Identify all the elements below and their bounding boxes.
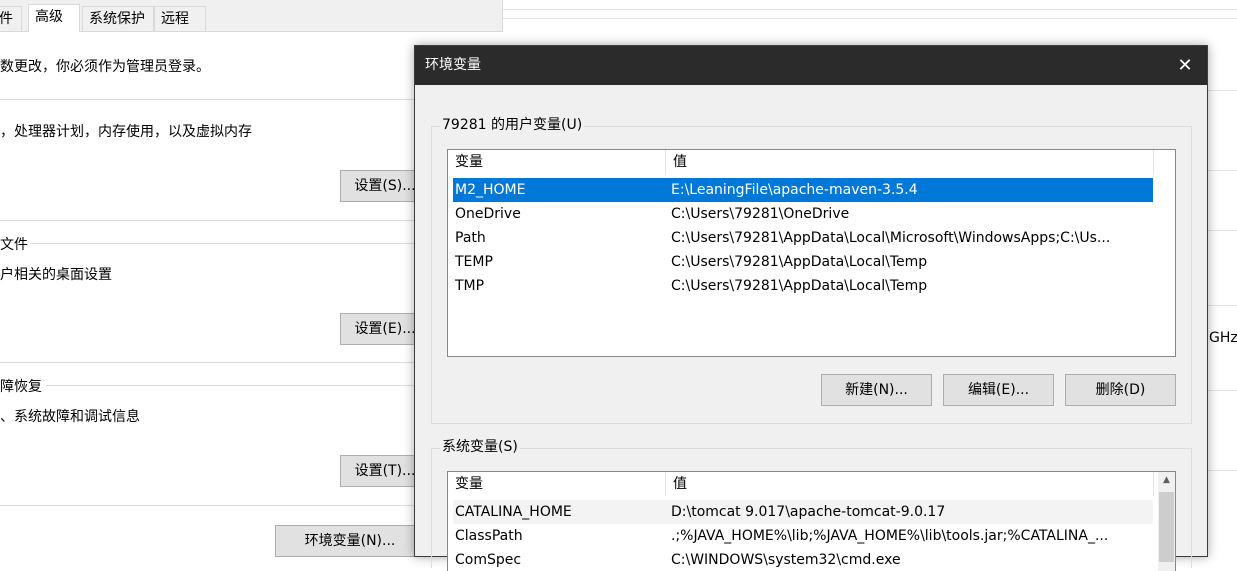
- divider: [1207, 230, 1237, 231]
- variable-value: C:\Users\79281\AppData\Local\Microsoft\W…: [671, 230, 1111, 246]
- table-row[interactable]: OneDrive C:\Users\79281\OneDrive: [453, 202, 1153, 226]
- table-row[interactable]: ClassPath .;%JAVA_HOME%\lib;%JAVA_HOME%\…: [453, 524, 1153, 548]
- variable-name: CATALINA_HOME: [455, 504, 572, 520]
- new-user-variable-button[interactable]: 新建(N)...: [821, 374, 932, 406]
- tab-strip: 件 高级 系统保护 远程: [0, 4, 503, 32]
- table-row[interactable]: TMP C:\Users\79281\AppData\Local\Temp: [453, 274, 1153, 298]
- divider: [1207, 170, 1237, 171]
- divider: [0, 99, 483, 100]
- variable-name: TEMP: [455, 254, 493, 270]
- dialog-titlebar[interactable]: 环境变量 ✕: [415, 46, 1207, 85]
- vertical-scrollbar[interactable]: ▲: [1158, 472, 1175, 571]
- table-row[interactable]: M2_HOME E:\LeaningFile\apache-maven-3.5.…: [453, 178, 1153, 202]
- divider: [503, 18, 1237, 19]
- dialog-title: 环境变量: [425, 57, 481, 73]
- variable-name: M2_HOME: [455, 182, 526, 198]
- scrollbar-thumb[interactable]: [1159, 492, 1174, 562]
- admin-note: 数更改，你必须作为管理员登录。: [0, 59, 210, 75]
- user-profiles-title: 文件: [0, 237, 28, 253]
- performance-description: ，处理器计划，内存使用，以及虚拟内存: [0, 124, 252, 140]
- variable-value: C:\Users\79281\AppData\Local\Temp: [671, 254, 928, 270]
- divider: [0, 220, 483, 221]
- scroll-up-arrow-icon[interactable]: ▲: [1158, 472, 1175, 489]
- variable-name: TMP: [455, 278, 485, 294]
- variable-name: OneDrive: [455, 206, 521, 222]
- tab-label: 件: [0, 11, 13, 27]
- tab-advanced[interactable]: 高级: [28, 4, 80, 32]
- user-variables-list[interactable]: 变量 值 M2_HOME E:\LeaningFile\apache-maven…: [447, 149, 1176, 357]
- variable-value: .;%JAVA_HOME%\lib;%JAVA_HOME%\lib\tools.…: [671, 528, 1109, 544]
- startup-recovery-description: 、系统故障和调试信息: [0, 409, 140, 425]
- variable-value: C:\WINDOWS\system32\cmd.exe: [671, 552, 901, 568]
- column-header-value[interactable]: 值: [666, 472, 1154, 496]
- divider: [1207, 470, 1237, 471]
- processor-speed-fragment: GHz: [1209, 330, 1237, 346]
- column-header-variable[interactable]: 变量: [448, 150, 666, 174]
- close-icon[interactable]: ✕: [1163, 46, 1207, 85]
- environment-variables-button[interactable]: 环境变量(N)...: [275, 525, 425, 557]
- column-header-value[interactable]: 值: [666, 150, 1154, 174]
- user-variables-group: 79281 的用户变量(U) 变量 值 M2_HOME E:\LeaningFi…: [431, 116, 1192, 424]
- variable-name: Path: [455, 230, 486, 246]
- system-variables-list[interactable]: 变量 值 CATALINA_HOME D:\tomcat 9.017\apach…: [447, 471, 1176, 571]
- list-header: 变量 值: [448, 150, 1175, 174]
- column-header-variable[interactable]: 变量: [448, 472, 666, 496]
- divider: [1207, 90, 1237, 91]
- system-variables-group: 系统变量(S) 变量 值 CATALINA_HOME D:\tomcat 9.0…: [431, 438, 1192, 571]
- variable-name: ComSpec: [455, 552, 522, 568]
- divider: [0, 362, 483, 363]
- user-variables-label: 79281 的用户变量(U): [440, 116, 585, 134]
- table-row[interactable]: TEMP C:\Users\79281\AppData\Local\Temp: [453, 250, 1153, 274]
- environment-variables-dialog: 环境变量 ✕ 79281 的用户变量(U) 变量 值 M2_HOME E:\Le…: [414, 45, 1208, 571]
- table-row[interactable]: ComSpec C:\WINDOWS\system32\cmd.exe: [453, 548, 1153, 571]
- variable-value: C:\Users\79281\OneDrive: [671, 206, 850, 222]
- startup-recovery-title: 障恢复: [0, 379, 42, 395]
- tab-computer-name[interactable]: 件: [0, 6, 22, 31]
- tab-system-protection[interactable]: 系统保护: [82, 6, 154, 31]
- edit-user-variable-button[interactable]: 编辑(E)...: [943, 374, 1054, 406]
- table-row[interactable]: CATALINA_HOME D:\tomcat 9.017\apache-tom…: [453, 500, 1153, 524]
- divider: [503, 9, 1237, 10]
- tab-remote[interactable]: 远程: [154, 6, 206, 31]
- variable-name: ClassPath: [455, 528, 523, 544]
- tab-label: 系统保护: [89, 11, 145, 27]
- table-row[interactable]: Path C:\Users\79281\AppData\Local\Micros…: [453, 226, 1153, 250]
- delete-user-variable-button[interactable]: 删除(D): [1065, 374, 1176, 406]
- divider: [0, 505, 483, 506]
- list-header: 变量 值: [448, 472, 1175, 496]
- variable-value: D:\tomcat 9.017\apache-tomcat-9.0.17: [671, 504, 946, 520]
- tab-label: 远程: [161, 11, 189, 27]
- divider: [1207, 305, 1237, 306]
- tab-label: 高级: [35, 9, 63, 25]
- variable-value: C:\Users\79281\AppData\Local\Temp: [671, 278, 928, 294]
- divider: [1207, 390, 1237, 391]
- variable-value: E:\LeaningFile\apache-maven-3.5.4: [671, 182, 918, 198]
- system-variables-label: 系统变量(S): [440, 438, 520, 456]
- user-profiles-description: 户相关的桌面设置: [0, 267, 112, 283]
